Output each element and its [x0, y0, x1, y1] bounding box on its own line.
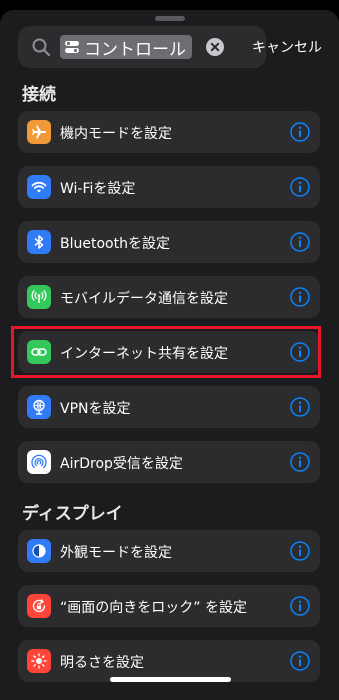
appearance-icon [27, 539, 51, 563]
clear-search-icon[interactable] [206, 38, 224, 56]
section-title-display: ディスプレイ [22, 504, 123, 524]
globe-vpn-icon [27, 395, 51, 419]
list-item-appearance[interactable]: 外観モードを設定 [18, 530, 320, 572]
info-icon[interactable] [290, 596, 310, 616]
bluetooth-icon [27, 230, 51, 254]
airplane-icon [27, 120, 51, 144]
list-item-label: AirDrop受信を設定 [60, 456, 183, 472]
list-item-label: モバイルデータ通信を設定 [60, 291, 228, 307]
highlight-box [11, 326, 321, 378]
toggle-switches-icon [65, 41, 79, 53]
section-title-connectivity: 接続 [22, 85, 56, 105]
list-item-wifi[interactable]: Wi-Fiを設定 [18, 166, 320, 208]
info-icon[interactable] [290, 651, 310, 671]
airdrop-icon [27, 450, 51, 474]
rotation-lock-icon [27, 594, 51, 618]
list-item-bluetooth[interactable]: Bluetoothを設定 [18, 221, 320, 263]
list-item-brightness[interactable]: 明るさを設定 [18, 640, 320, 682]
list-item-label: Bluetoothを設定 [60, 236, 170, 252]
info-icon[interactable] [290, 397, 310, 417]
list-item-airplane-mode[interactable]: 機内モードを設定 [18, 111, 320, 153]
list-item-label: Wi-Fiを設定 [60, 181, 136, 197]
wifi-icon [27, 175, 51, 199]
search-field[interactable]: コントロール [18, 26, 266, 68]
list-item-vpn[interactable]: VPNを設定 [18, 386, 320, 428]
info-icon[interactable] [290, 287, 310, 307]
action-picker-sheet: コントロール キャンセル 接続 機内モードを設定 Wi-Fiを設定 Blueto… [0, 10, 339, 700]
info-icon[interactable] [290, 452, 310, 472]
info-icon[interactable] [290, 122, 310, 142]
cancel-button[interactable]: キャンセル [252, 37, 322, 57]
cellular-antenna-icon [27, 285, 51, 309]
list-item-label: VPNを設定 [60, 401, 131, 417]
search-token[interactable]: コントロール [60, 35, 192, 60]
search-row: コントロール キャンセル [18, 26, 339, 70]
search-icon [32, 38, 51, 57]
list-item-mobile-data[interactable]: モバイルデータ通信を設定 [18, 276, 320, 318]
list-item-airdrop[interactable]: AirDrop受信を設定 [18, 441, 320, 483]
home-indicator [110, 677, 231, 682]
sun-icon [27, 649, 51, 673]
sheet-grabber[interactable] [155, 16, 185, 21]
list-item-label: 機内モードを設定 [60, 126, 172, 142]
info-icon[interactable] [290, 177, 310, 197]
list-item-label: 外観モードを設定 [60, 545, 172, 561]
info-icon[interactable] [290, 232, 310, 252]
list-item-rotation-lock[interactable]: “画面の向きをロック” を設定 [18, 585, 320, 627]
list-item-label: 明るさを設定 [60, 655, 144, 671]
info-icon[interactable] [290, 541, 310, 561]
list-item-label: “画面の向きをロック” を設定 [60, 600, 247, 616]
search-token-text: コントロール [84, 39, 186, 60]
